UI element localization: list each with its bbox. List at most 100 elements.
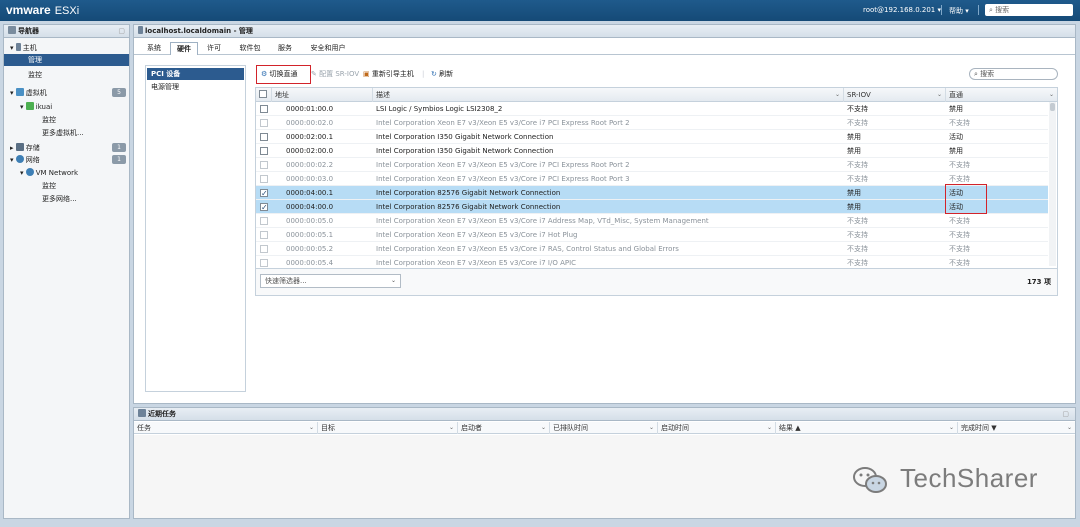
row-checkbox[interactable] [256,242,272,256]
row-checkbox[interactable] [256,228,272,242]
checkbox[interactable] [260,217,268,225]
chevron-down-icon[interactable]: ⌄ [309,422,314,434]
table-row[interactable]: 0000:00:05.1 Intel Corporation Xeon E7 v3… [256,228,1048,242]
checkbox[interactable] [260,119,268,127]
checkbox[interactable] [260,245,268,253]
column-header-passthrough[interactable]: 直通 ⌄ [946,88,1057,102]
chevron-down-icon[interactable]: ⌄ [835,88,840,102]
row-checkbox[interactable] [256,172,272,186]
chevron-down-icon[interactable]: ⌄ [937,88,942,102]
table-row[interactable]: 0000:02:00.1 Intel Corporation I350 Gigab… [256,130,1048,144]
nav-item-host[interactable]: ▾ 主机 [4,42,129,54]
cell-passthrough: 禁用 [949,147,963,155]
vertical-scrollbar[interactable] [1049,102,1056,266]
table-row[interactable]: 0000:02:00.0 Intel Corporation I350 Gigab… [256,144,1048,158]
checkbox[interactable] [260,231,268,239]
column-header-result[interactable]: 结果 ▲ ⌄ [776,422,958,434]
row-checkbox[interactable] [256,158,272,172]
select-all-checkbox[interactable] [256,88,272,102]
nav-item-manage[interactable]: 管理 [4,54,129,66]
chevron-down-icon[interactable]: ⌄ [449,422,454,434]
tab-license[interactable]: 许可 [202,42,226,55]
row-checkbox[interactable] [256,214,272,228]
checkbox[interactable] [260,201,268,214]
nav-item-network[interactable]: ▾ 网络 1 [4,154,129,166]
table-row[interactable]: 0000:00:05.2 Intel Corporation Xeon E7 v3… [256,242,1048,256]
checkbox[interactable] [260,147,268,155]
expand-icon[interactable]: ▾ [20,169,26,177]
chevron-down-icon[interactable]: ⌄ [767,422,772,434]
row-checkbox[interactable] [256,200,272,214]
column-header-task[interactable]: 任务 ⌄ [134,422,318,434]
nav-item-vms[interactable]: ▾ 虚拟机 5 [4,87,129,99]
quick-filter-select[interactable]: 快速筛选器... ⌄ [260,274,401,288]
checkbox[interactable] [260,259,268,267]
subnav-power-management[interactable]: 电源管理 [147,81,244,93]
scrollbar-thumb[interactable] [1050,103,1055,111]
tab-packages[interactable]: 软件包 [234,42,266,55]
chevron-down-icon[interactable]: ⌄ [949,422,954,434]
column-header-address[interactable]: 地址 [272,88,373,102]
expand-icon[interactable]: ▸ [10,144,16,152]
nav-item-more-vms[interactable]: 更多虚拟机... [4,127,129,139]
checkbox[interactable] [260,175,268,183]
column-header-started[interactable]: 启动时间 ⌄ [658,422,776,434]
refresh-button[interactable]: ↻ 刷新 [431,69,453,79]
chevron-down-icon[interactable]: ⌄ [541,422,546,434]
nav-item-storage[interactable]: ▸ 存储 1 [4,142,129,154]
chevron-down-icon[interactable]: ⌄ [1067,422,1072,434]
table-row[interactable]: 0000:04:00.1 Intel Corporation 82576 Giga… [256,186,1048,200]
table-row[interactable]: 0000:04:00.0 Intel Corporation 82576 Giga… [256,200,1048,214]
checkbox[interactable] [260,161,268,169]
table-row[interactable]: 0000:00:02.2 Intel Corporation Xeon E7 v3… [256,158,1048,172]
column-header-sriov[interactable]: SR-IOV ⌄ [844,88,946,102]
column-header-description[interactable]: 描述 ⌄ [373,88,844,102]
row-checkbox[interactable] [256,186,272,200]
tab-system[interactable]: 系统 [142,42,166,55]
table-row[interactable]: 0000:01:00.0 LSI Logic / Symbios Logic LS… [256,102,1048,116]
cell-address: 0000:00:02.0 [286,119,334,127]
collapse-icon[interactable]: ▢ [118,25,125,38]
subnav-pci-devices[interactable]: PCI 设备 [147,68,244,80]
nav-item-vm-ikuai[interactable]: ▾ ikuai [4,101,129,113]
column-header-queued[interactable]: 已排队时间 ⌄ [550,422,658,434]
expand-icon[interactable]: ▾ [20,103,26,111]
user-menu[interactable]: root@192.168.0.201 ▾ [863,6,941,14]
column-header-completed[interactable]: 完成时间 ▼ ⌄ [958,422,1075,434]
cell-address: 0000:02:00.0 [286,147,334,155]
tab-services[interactable]: 服务 [272,42,298,55]
tab-security-users[interactable]: 安全和用户 [306,42,350,55]
nav-item-vm-monitor[interactable]: 监控 [4,114,129,126]
header-search-input[interactable]: ⌕ 搜索 [985,4,1073,16]
reboot-icon: ▣ [363,70,370,78]
expand-icon[interactable]: ▾ [10,89,16,97]
help-menu[interactable]: 帮助 ▾ [949,6,969,16]
chevron-down-icon[interactable]: ⌄ [1049,88,1054,102]
checkbox[interactable] [260,105,268,113]
reboot-host-button[interactable]: ▣ 重新引导主机 [363,69,414,79]
configure-sriov-button[interactable]: ✎ 配置 SR-IOV [311,69,359,79]
chevron-down-icon[interactable]: ⌄ [649,422,654,434]
column-header-target[interactable]: 目标 ⌄ [318,422,458,434]
row-checkbox[interactable] [256,130,272,144]
nav-item-network-monitor[interactable]: 监控 [4,180,129,192]
row-checkbox[interactable] [256,116,272,130]
column-header-initiator[interactable]: 启动者 ⌄ [458,422,550,434]
table-row[interactable]: 0000:00:02.0 Intel Corporation Xeon E7 v3… [256,116,1048,130]
checkbox[interactable] [260,133,268,141]
row-checkbox[interactable] [256,144,272,158]
nav-item-vm-network[interactable]: ▾ VM Network [4,167,129,179]
expand-icon[interactable]: ▾ [10,44,16,52]
cell-desc: Intel Corporation Xeon E7 v3/Xeon E5 v3/… [376,217,709,225]
expand-icon[interactable]: ▾ [10,156,16,164]
table-row[interactable]: 0000:00:03.0 Intel Corporation Xeon E7 v3… [256,172,1048,186]
table-row[interactable]: 0000:00:05.0 Intel Corporation Xeon E7 v3… [256,214,1048,228]
row-checkbox[interactable] [256,102,272,116]
checkbox[interactable] [260,187,268,200]
main-panel-header: localhost.localdomain - 管理 [134,25,1075,38]
nav-item-monitor[interactable]: 监控 [4,69,129,81]
tab-hardware[interactable]: 硬件 [170,42,198,55]
table-search-input[interactable]: ⌕ 搜索 [969,68,1058,80]
collapse-icon[interactable]: ▢ [1062,408,1069,421]
nav-item-more-networks[interactable]: 更多网络... [4,193,129,205]
